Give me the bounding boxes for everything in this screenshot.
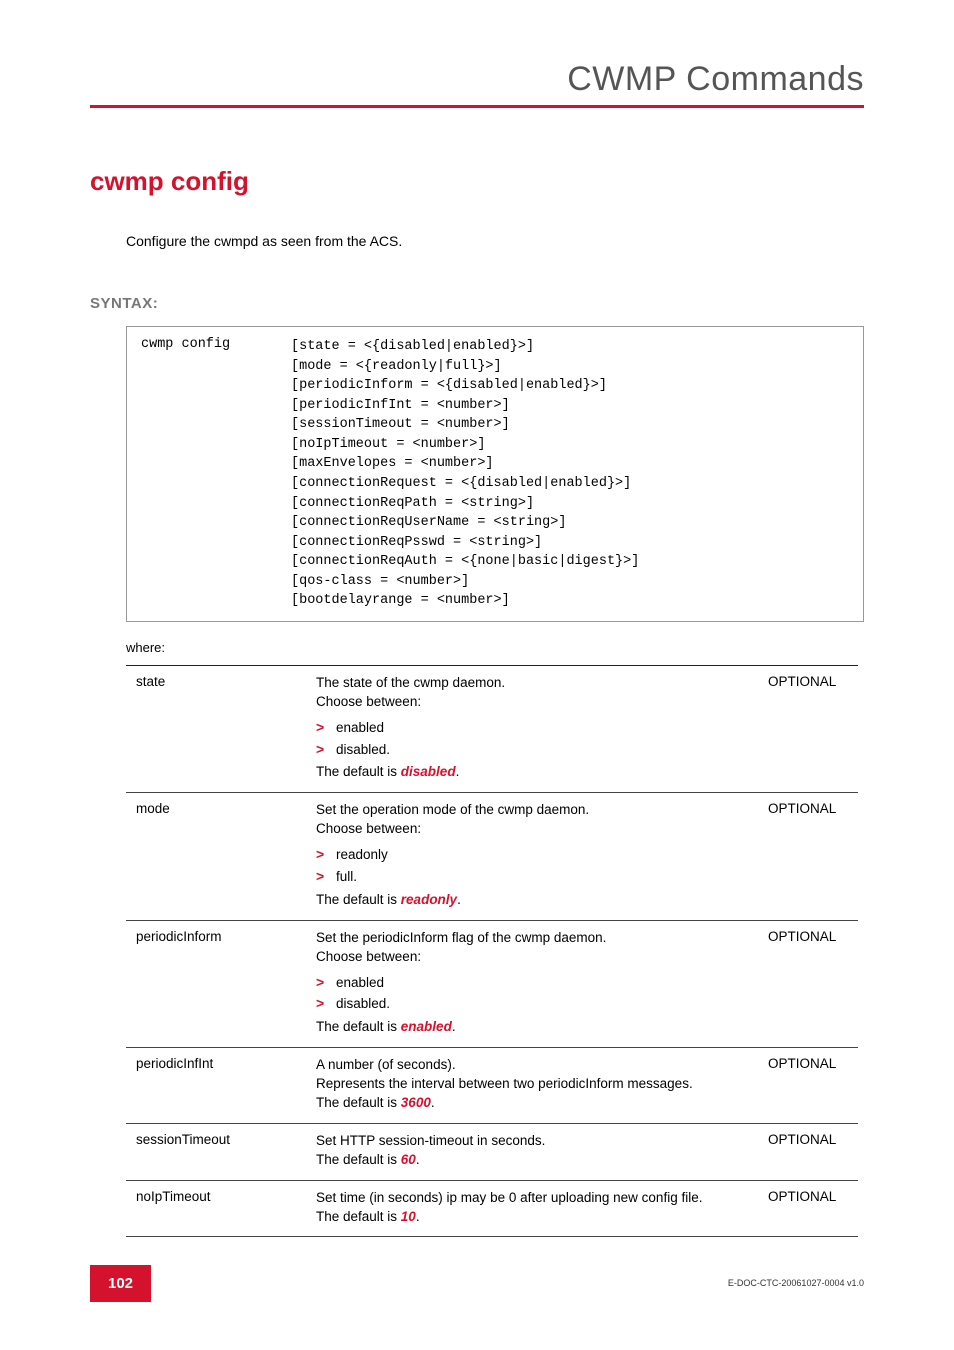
param-row: periodicInformSet the periodicInform fla…: [126, 920, 858, 1047]
param-row: modeSet the operation mode of the cwmp d…: [126, 793, 858, 920]
page-number: 102: [90, 1265, 151, 1302]
param-name: noIpTimeout: [126, 1180, 306, 1237]
param-name: mode: [126, 793, 306, 920]
default-value: 3600: [401, 1095, 431, 1110]
parameters-table: stateThe state of the cwmp daemon.Choose…: [126, 665, 858, 1238]
option-text: disabled.: [336, 741, 390, 760]
param-description: Set time (in seconds) ip may be 0 after …: [306, 1180, 758, 1237]
param-description: Set HTTP session-timeout in seconds.The …: [306, 1123, 758, 1180]
param-name: state: [126, 665, 306, 792]
option-text: enabled: [336, 719, 384, 738]
param-name: periodicInform: [126, 920, 306, 1047]
param-requirement: OPTIONAL: [758, 1180, 858, 1237]
default-value: readonly: [401, 892, 457, 907]
doc-id: E-DOC-CTC-20061027-0004 v1.0: [728, 1278, 864, 1288]
param-name: periodicInfInt: [126, 1048, 306, 1124]
syntax-arguments: [state = <{disabled|enabled}>] [mode = <…: [291, 337, 639, 611]
page-header-title: CWMP Commands: [90, 60, 864, 99]
default-value: enabled: [401, 1019, 452, 1034]
param-row: sessionTimeoutSet HTTP session-timeout i…: [126, 1123, 858, 1180]
param-requirement: OPTIONAL: [758, 665, 858, 792]
chevron-right-icon: >: [316, 845, 336, 865]
chevron-right-icon: >: [316, 740, 336, 760]
param-row: stateThe state of the cwmp daemon.Choose…: [126, 665, 858, 792]
syntax-box: cwmp config [state = <{disabled|enabled}…: [126, 326, 864, 622]
param-row: periodicInfIntA number (of seconds).Repr…: [126, 1048, 858, 1124]
syntax-command: cwmp config: [141, 337, 291, 611]
param-name: sessionTimeout: [126, 1123, 306, 1180]
syntax-label: SYNTAX:: [90, 295, 864, 312]
param-requirement: OPTIONAL: [758, 1123, 858, 1180]
default-value: disabled: [401, 764, 456, 779]
param-requirement: OPTIONAL: [758, 920, 858, 1047]
header-rule: [90, 105, 864, 108]
param-requirement: OPTIONAL: [758, 793, 858, 920]
default-value: 10: [401, 1209, 416, 1224]
option-text: readonly: [336, 846, 388, 865]
param-description: The state of the cwmp daemon.Choose betw…: [306, 665, 758, 792]
option-text: full.: [336, 868, 357, 887]
default-value: 60: [401, 1152, 416, 1167]
param-description: A number (of seconds).Represents the int…: [306, 1048, 758, 1124]
param-description: Set the operation mode of the cwmp daemo…: [306, 793, 758, 920]
param-row: noIpTimeoutSet time (in seconds) ip may …: [126, 1180, 858, 1237]
param-description: Set the periodicInform flag of the cwmp …: [306, 920, 758, 1047]
command-title: cwmp config: [90, 166, 864, 197]
command-description: Configure the cwmpd as seen from the ACS…: [126, 233, 864, 249]
chevron-right-icon: >: [316, 994, 336, 1014]
where-label: where:: [126, 640, 864, 655]
chevron-right-icon: >: [316, 973, 336, 993]
chevron-right-icon: >: [316, 867, 336, 887]
param-requirement: OPTIONAL: [758, 1048, 858, 1124]
chevron-right-icon: >: [316, 718, 336, 738]
option-text: enabled: [336, 974, 384, 993]
option-text: disabled.: [336, 995, 390, 1014]
